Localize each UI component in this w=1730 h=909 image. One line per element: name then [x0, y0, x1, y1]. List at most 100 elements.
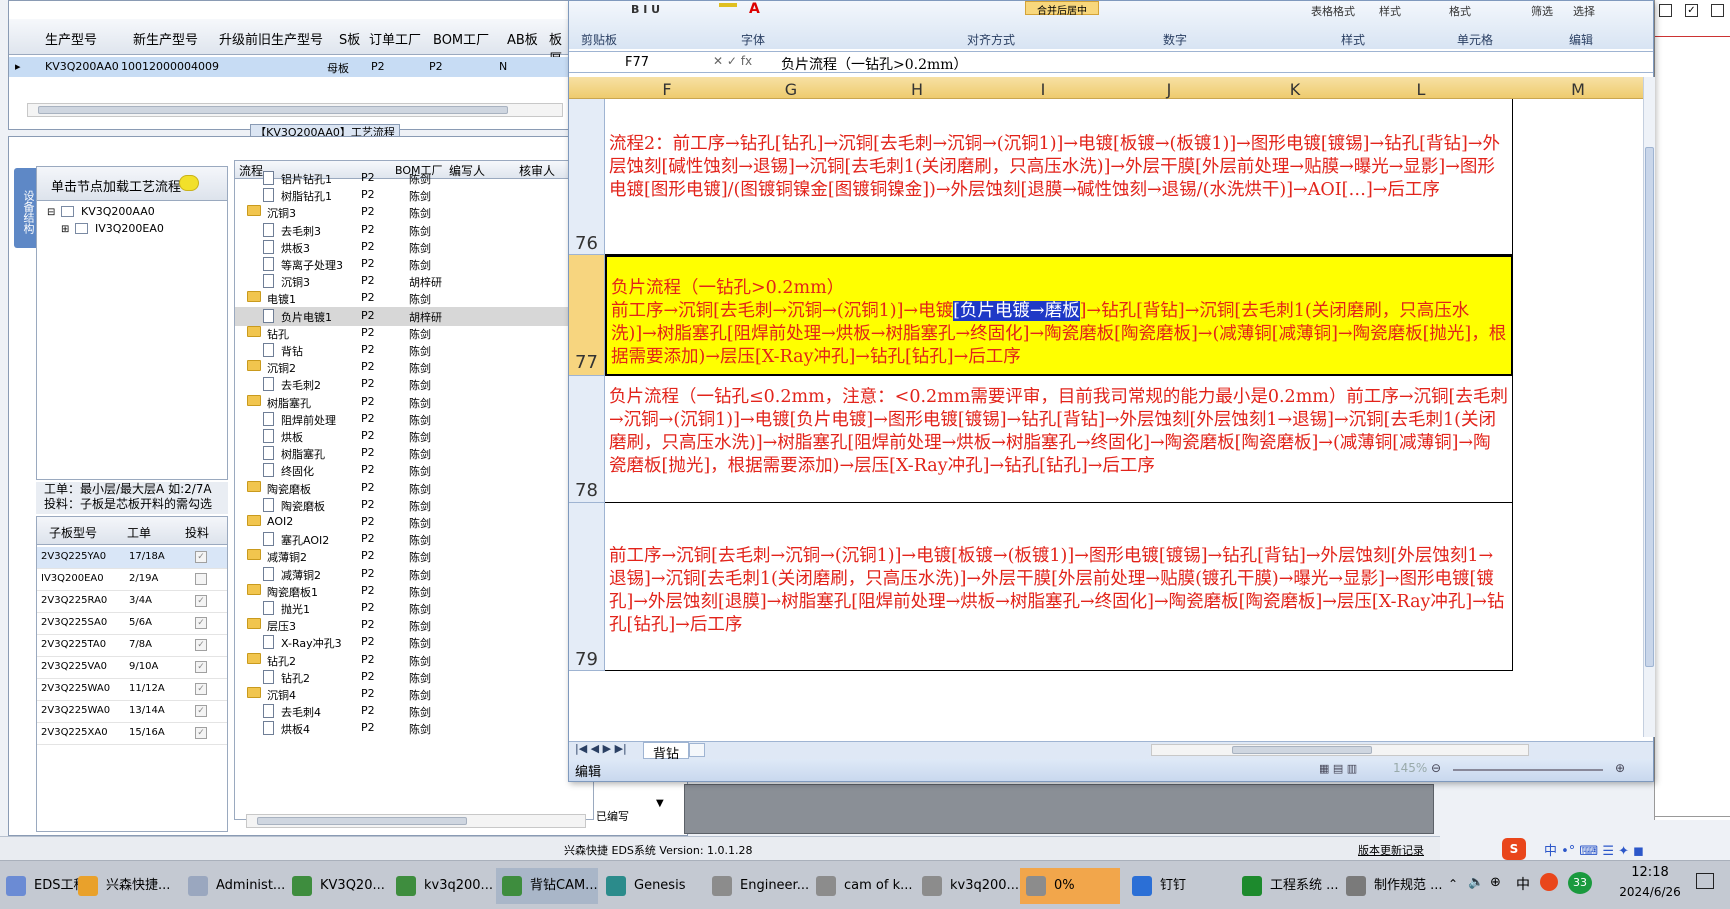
taskbar-item[interactable]: 背钻CAM...: [496, 868, 598, 904]
process-tree-row[interactable]: 终固化 P2 陈剑: [235, 461, 593, 480]
taskbar-item[interactable]: Engineer...: [706, 868, 809, 904]
col-sub-model[interactable]: 子板型号: [49, 524, 97, 541]
taskbar-item[interactable]: kv3q200...: [916, 868, 1019, 904]
security-badge-icon[interactable]: 33: [1568, 872, 1592, 894]
column-header-f[interactable]: F: [605, 80, 729, 99]
process-tree-row[interactable]: 去毛刺2 P2 陈剑: [235, 375, 593, 394]
process-tree-row[interactable]: 负片电镀1 P2 胡梓研: [235, 306, 593, 326]
clock-date[interactable]: 2024/6/26: [1610, 885, 1690, 899]
process-tree-row[interactable]: 塞孔AOI2 P2 陈剑: [235, 530, 593, 549]
process-tree-row[interactable]: 背钻 P2 陈剑: [235, 341, 593, 360]
fx-icon[interactable]: ✕ ✓ fx: [713, 54, 752, 68]
column-header-i[interactable]: I: [981, 80, 1105, 99]
process-tree-hscroll[interactable]: [246, 814, 586, 828]
tray-chevron-icon[interactable]: ⌃: [1448, 877, 1458, 891]
col-feed[interactable]: 投料: [185, 524, 209, 541]
col-header-5[interactable]: BOM工厂: [433, 29, 489, 48]
sub-board-row[interactable]: 2V3Q225RA0 3/4A ✓: [37, 591, 227, 613]
process-tree-row[interactable]: 烘板4 P2 陈剑: [235, 719, 593, 738]
feed-checkbox[interactable]: [195, 573, 207, 585]
col-header-2[interactable]: 升级前旧生产型号: [219, 29, 323, 48]
sub-board-row[interactable]: 2V3Q225WA0 11/12A ✓: [37, 679, 227, 701]
col-header-0[interactable]: 生产型号: [45, 29, 97, 48]
process-tree-row[interactable]: 陶瓷磨板 P2 陈剑: [235, 496, 593, 515]
column-header-j[interactable]: J: [1107, 80, 1231, 99]
process-tree-row[interactable]: 钻孔2 P2 陈剑: [235, 651, 593, 670]
column-header-k[interactable]: K: [1233, 80, 1357, 99]
col-order[interactable]: 工单: [127, 524, 151, 541]
feed-checkbox[interactable]: ✓: [195, 661, 207, 673]
process-tree-row[interactable]: 等离子处理3 P2 陈剑: [235, 255, 593, 274]
font-color-icon[interactable]: A: [749, 1, 760, 17]
model-cell-4[interactable]: P2: [371, 60, 385, 73]
taskbar-item[interactable]: 制作规范 ...: [1340, 868, 1443, 904]
feed-checkbox[interactable]: ✓: [195, 727, 207, 739]
process-tree-row[interactable]: 去毛刺3 P2 陈剑: [235, 221, 593, 240]
taskbar-item[interactable]: cam of k...: [810, 868, 913, 904]
table-format-button[interactable]: 表格格式: [1311, 3, 1355, 19]
process-tree-row[interactable]: 沉铜3 P2 陈剑: [235, 203, 593, 222]
sub-board-row[interactable]: 2V3Q225YA0 17/18A ✓: [37, 547, 227, 569]
process-tree-row[interactable]: 陶瓷磨板 P2 陈剑: [235, 479, 593, 498]
column-header-h[interactable]: H: [855, 80, 979, 99]
feed-checkbox[interactable]: ✓: [195, 551, 207, 563]
zoom-out-icon[interactable]: ⊖: [1431, 761, 1441, 775]
feed-checkbox[interactable]: ✓: [195, 617, 207, 629]
sogou-tray-icon[interactable]: [1540, 873, 1558, 891]
process-tree-row[interactable]: 抛光1 P2 陈剑: [235, 599, 593, 618]
tray-ime-label[interactable]: 中: [1516, 874, 1530, 894]
sub-board-row[interactable]: 2V3Q225VA0 9/10A ✓: [37, 657, 227, 679]
row-number-76[interactable]: 76: [569, 99, 605, 255]
excel-vscroll[interactable]: [1643, 77, 1655, 737]
taskbar-item[interactable]: KV3Q20...: [286, 868, 388, 904]
model-cell-3[interactable]: 母板: [327, 60, 349, 76]
process-tree-row[interactable]: 树脂钻孔1 P2 陈剑: [235, 186, 593, 205]
feed-checkbox[interactable]: ✓: [195, 683, 207, 695]
process-tree-row[interactable]: 铝片钻孔1 P2 陈剑: [235, 169, 593, 188]
sub-board-row[interactable]: 2V3Q225WA0 13/14A ✓: [37, 701, 227, 723]
side-tab-device-structure[interactable]: 设备结构: [14, 168, 36, 248]
column-header-m[interactable]: M: [1513, 80, 1643, 99]
process-tree-row[interactable]: 钻孔2 P2 陈剑: [235, 668, 593, 687]
checkbox-icon[interactable]: [1659, 4, 1672, 17]
process-tree-row[interactable]: 电镀1 P2 陈剑: [235, 289, 593, 308]
sogou-ime-icon[interactable]: S: [1502, 838, 1526, 860]
sub-board-row[interactable]: IV3Q200EA0 2/19A: [37, 569, 227, 591]
sheet-tab-backdrill[interactable]: 背钻: [643, 742, 689, 762]
taskbar-item[interactable]: Administ...: [182, 868, 285, 904]
process-tree-row[interactable]: 层压3 P2 陈剑: [235, 616, 593, 635]
col-header-4[interactable]: 订单工厂: [369, 29, 421, 48]
process-tree-row[interactable]: 树脂塞孔 P2 陈剑: [235, 393, 593, 412]
new-sheet-icon[interactable]: [689, 743, 705, 757]
checkbox-icon[interactable]: [1711, 4, 1724, 17]
volume-icon[interactable]: 🔈: [1468, 875, 1484, 890]
clock-time[interactable]: 12:18: [1610, 865, 1690, 880]
model-grid-hscroll[interactable]: [27, 103, 563, 117]
process-tree-row[interactable]: 钻孔 P2 陈剑: [235, 324, 593, 343]
process-tree-row[interactable]: 沉铜2 P2 陈剑: [235, 358, 593, 377]
network-icon[interactable]: ⊕: [1490, 875, 1501, 890]
process-tree-row[interactable]: 去毛刺4 P2 陈剑: [235, 702, 593, 721]
fill-color-icon[interactable]: [719, 3, 737, 7]
process-tree-row[interactable]: 陶瓷磨板1 P2 陈剑: [235, 582, 593, 601]
update-log-link[interactable]: 版本更新记录: [1358, 842, 1424, 858]
row-number-79[interactable]: 79: [569, 503, 605, 671]
filter-button[interactable]: 筛选: [1531, 3, 1553, 19]
taskbar-item[interactable]: 工程系统 ...: [1236, 868, 1339, 904]
process-tree-row[interactable]: AOI2 P2 陈剑: [235, 513, 593, 532]
checkbox-checked-icon[interactable]: ✓: [1685, 4, 1698, 17]
process-tree-row[interactable]: 阻焊前处理 P2 陈剑: [235, 410, 593, 429]
model-cell-1[interactable]: 10012000004009: [121, 60, 219, 73]
chat-bubble-icon[interactable]: [179, 175, 199, 191]
formula-input[interactable]: 负片流程（一钻孔>0.2mm）: [781, 54, 968, 74]
process-tree-row[interactable]: 沉铜4 P2 陈剑: [235, 685, 593, 704]
sub-board-row[interactable]: 2V3Q225XA0 15/16A ✓: [37, 723, 227, 745]
feed-checkbox[interactable]: ✓: [195, 639, 207, 651]
taskbar-item[interactable]: 兴森快捷...: [72, 868, 174, 904]
row-number-78[interactable]: 78: [569, 376, 605, 503]
sub-board-row[interactable]: 2V3Q225SA0 5/6A ✓: [37, 613, 227, 635]
process-tree-row[interactable]: 烘板3 P2 陈剑: [235, 238, 593, 257]
tree-child-node[interactable]: ⊞ IV3Q200EA0: [61, 222, 164, 235]
column-header-l[interactable]: L: [1359, 80, 1483, 99]
feed-checkbox[interactable]: ✓: [195, 705, 207, 717]
